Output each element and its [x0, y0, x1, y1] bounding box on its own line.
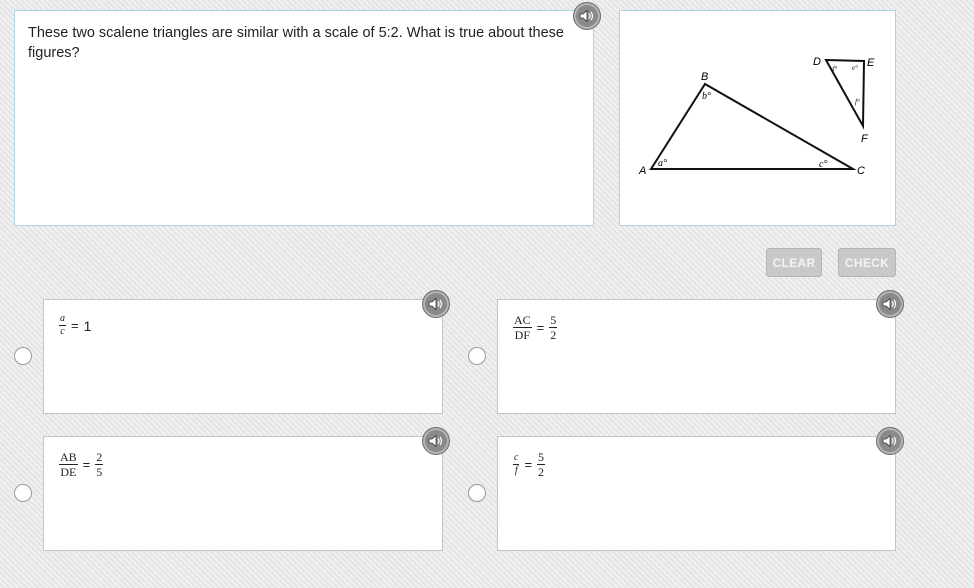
choice-4-numerator: c	[513, 452, 520, 465]
choice-1-numerator: a	[59, 313, 66, 326]
choice-3-box[interactable]: AB DE = 2 5	[43, 436, 443, 551]
question-panel: These two scalene triangles are similar …	[14, 10, 594, 226]
triangle-abc	[649, 82, 857, 170]
choice-1-expression: a c = 1	[59, 314, 91, 337]
choice-4-expression: c f = 5 2	[513, 450, 546, 479]
clear-button[interactable]: CLEAR	[766, 248, 822, 277]
speaker-icon	[428, 297, 443, 311]
choice-2-box[interactable]: AC DF = 5 2	[497, 299, 896, 414]
speaker-icon	[579, 9, 594, 23]
choice-2-denominator: DF	[514, 328, 530, 342]
question-text: These two scalene triangles are similar …	[28, 25, 564, 61]
choice-3-fraction: AB DE	[59, 451, 78, 478]
choice-2-rhs-fraction: 5 2	[549, 313, 558, 342]
vertex-a-label: A	[638, 165, 646, 177]
choice-2-equals: =	[536, 320, 545, 335]
angle-f-label: f°	[855, 98, 860, 106]
choice-1-equals: =	[71, 318, 79, 333]
choice-4-speaker-button[interactable]	[876, 427, 904, 455]
choice-3-rhs-denominator: 5	[96, 465, 103, 479]
question-speaker-button[interactable]	[573, 2, 601, 30]
choice-4-radio[interactable]	[468, 484, 486, 502]
choice-1-fraction: a c	[59, 314, 66, 337]
choice-4-fraction: c f	[513, 452, 520, 476]
angle-d-label: d°	[831, 65, 838, 73]
check-button[interactable]: CHECK	[838, 248, 896, 277]
choice-2-expression: AC DF = 5 2	[513, 313, 558, 342]
vertex-c-label: C	[857, 165, 865, 177]
angle-e-label: e°	[852, 64, 858, 72]
choice-1-denominator: c	[60, 326, 65, 337]
vertex-b-label: B	[701, 71, 708, 83]
choice-3-radio[interactable]	[14, 484, 32, 502]
choice-1-radio[interactable]	[14, 347, 32, 365]
triangles-figure: A B C D E F a° b° c° d° e° f°	[638, 56, 875, 177]
choice-3-rhs-numerator: 2	[95, 450, 104, 465]
speaker-icon	[882, 297, 897, 311]
vertex-f-label: F	[861, 133, 869, 145]
choice-1-box[interactable]: a c = 1	[43, 299, 443, 414]
angle-a-label: a°	[658, 158, 667, 169]
speaker-icon	[882, 434, 897, 448]
speaker-icon	[428, 434, 443, 448]
choice-3-speaker-button[interactable]	[422, 427, 450, 455]
choice-4-denominator: f	[514, 465, 518, 476]
choice-2-rhs-denominator: 2	[550, 328, 557, 342]
choice-2-radio[interactable]	[468, 347, 486, 365]
choice-4-box[interactable]: c f = 5 2	[497, 436, 896, 551]
vertex-d-label: D	[813, 56, 821, 68]
choice-1-speaker-button[interactable]	[422, 290, 450, 318]
choice-4-rhs-numerator: 5	[537, 450, 546, 465]
choice-4-rhs-fraction: 5 2	[537, 450, 546, 479]
vertex-e-label: E	[867, 57, 875, 69]
figure-panel: A B C D E F a° b° c° d° e° f°	[619, 10, 896, 226]
choice-1-rhs: 1	[83, 317, 92, 334]
choice-4-rhs-denominator: 2	[538, 465, 545, 479]
choice-2-fraction: AC DF	[513, 314, 532, 341]
choice-2-speaker-button[interactable]	[876, 290, 904, 318]
choice-3-equals: =	[82, 457, 91, 472]
choice-3-expression: AB DE = 2 5	[59, 450, 104, 479]
angle-c-label: c°	[819, 159, 827, 170]
choice-4-equals: =	[524, 457, 533, 472]
choice-3-numerator: AB	[59, 450, 78, 465]
choice-3-rhs-fraction: 2 5	[95, 450, 104, 479]
choice-2-numerator: AC	[513, 313, 532, 328]
angle-b-label: b°	[702, 91, 711, 102]
choice-2-rhs-numerator: 5	[549, 313, 558, 328]
choice-3-denominator: DE	[60, 465, 77, 479]
